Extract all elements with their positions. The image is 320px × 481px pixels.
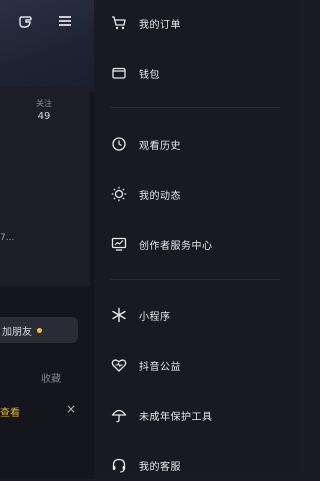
menu-item-label: 创作者服务中心 bbox=[139, 240, 213, 252]
following-label: 关注 bbox=[36, 99, 52, 108]
menu-item-label: 抖音公益 bbox=[139, 361, 181, 373]
menu-item-charity[interactable]: 抖音公益 bbox=[94, 349, 297, 381]
menu-item-label: 小程序 bbox=[139, 311, 171, 323]
menu-item-creator-center[interactable]: 创作者服务中心 bbox=[94, 228, 297, 260]
add-friend-button[interactable]: 加朋友 bbox=[0, 317, 78, 343]
menu-item-label: 我的订单 bbox=[139, 19, 181, 31]
wallet-icon bbox=[110, 64, 128, 82]
menu-item-label: 我的动态 bbox=[139, 190, 181, 202]
menu-item-history[interactable]: 观看历史 bbox=[94, 128, 297, 160]
truncated-text: 7... bbox=[0, 233, 15, 243]
menu-item-mini-programs[interactable]: 小程序 bbox=[94, 299, 297, 331]
notice-text[interactable]: 查看 bbox=[0, 404, 20, 419]
cart-icon bbox=[110, 14, 128, 32]
add-friend-label: 加朋友 bbox=[2, 326, 32, 338]
menu-divider bbox=[110, 279, 280, 280]
monitor-icon bbox=[110, 235, 128, 253]
clock-icon bbox=[110, 135, 128, 153]
menu-item-label: 钱包 bbox=[139, 69, 160, 81]
hamburger-icon bbox=[59, 16, 71, 26]
headset-icon bbox=[110, 456, 128, 474]
hand-icon-button[interactable] bbox=[14, 10, 36, 32]
menu-item-orders[interactable]: 我的订单 bbox=[94, 7, 297, 39]
close-icon[interactable]: × bbox=[66, 402, 76, 416]
menu-item-wallet[interactable]: 钱包 bbox=[94, 57, 297, 89]
menu-item-minor-protection[interactable]: 未成年保护工具 bbox=[94, 399, 297, 431]
menu-item-label: 未成年保护工具 bbox=[139, 411, 213, 423]
notification-dot bbox=[37, 327, 42, 333]
sun-icon bbox=[110, 185, 128, 203]
umbrella-icon bbox=[110, 406, 128, 424]
hamburger-menu-button[interactable] bbox=[54, 10, 76, 32]
menu-item-label: 我的客服 bbox=[139, 461, 181, 473]
menu-divider bbox=[110, 107, 280, 108]
side-menu-drawer: 我的订单 钱包 观看历史 我的动态 创作者服务中心 小程序 抖音公益 未成年保护… bbox=[94, 0, 297, 479]
menu-item-label: 观看历史 bbox=[139, 140, 181, 152]
following-count[interactable]: 49 bbox=[34, 111, 54, 122]
menu-item-activity[interactable]: 我的动态 bbox=[94, 178, 297, 210]
star-burst-icon bbox=[110, 306, 128, 324]
menu-item-customer-service[interactable]: 我的客服 bbox=[94, 449, 297, 481]
profile-panel-background: 关注 49 7... 加朋友 收藏 查看 × bbox=[0, 0, 94, 479]
collect-tab[interactable]: 收藏 bbox=[41, 370, 61, 385]
hand-icon bbox=[19, 16, 32, 28]
heart-icon bbox=[110, 356, 128, 374]
